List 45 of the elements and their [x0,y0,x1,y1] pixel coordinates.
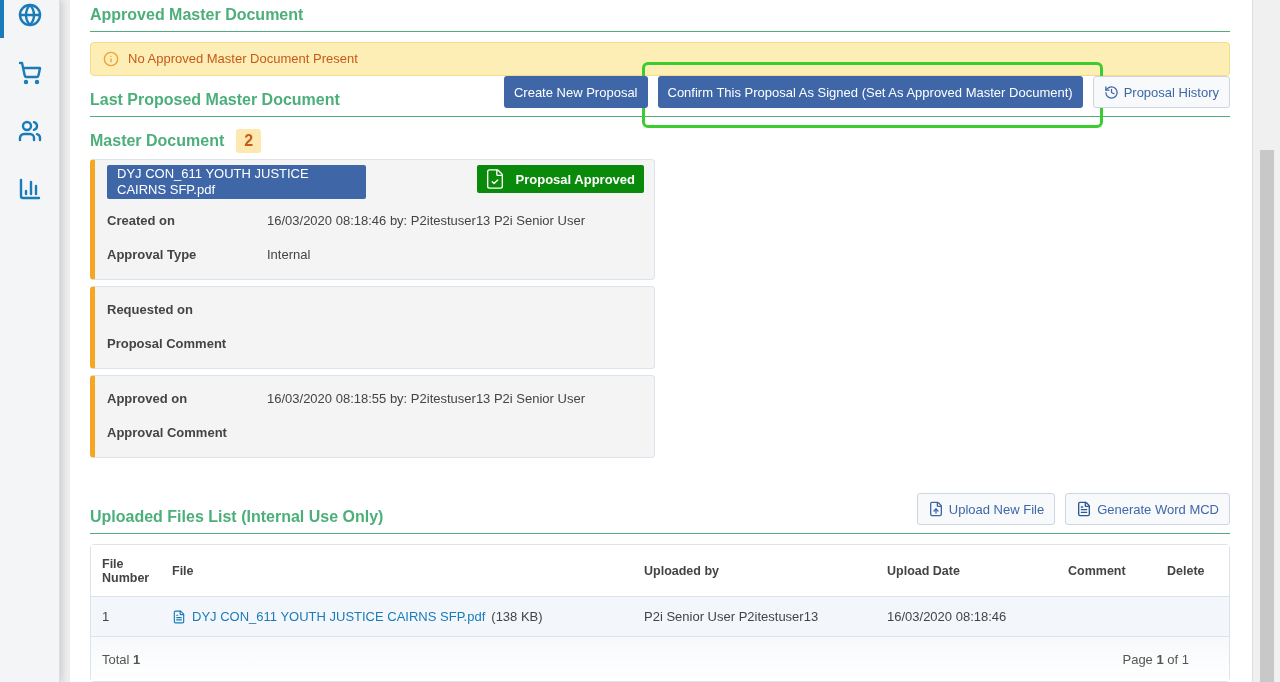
count-badge: 2 [236,129,262,154]
field-label: Requested on [107,301,194,317]
generate-button[interactable]: Generate Word MCD [1065,493,1230,525]
scrollbar-thumb[interactable] [1259,150,1274,682]
column-header: File [172,563,195,578]
field-label: Created on [107,212,176,228]
upload-button[interactable]: Upload New File [916,493,1056,525]
pdf-file-icon [172,609,186,624]
field-label: Proposal Comment [107,335,228,351]
history-button[interactable]: Proposal History [1092,76,1230,109]
proposal-button[interactable]: Confirm This Proposal As Signed (Set As Approved Master Document) [657,76,1083,109]
page-indicator: Page 1 of 1 [1122,651,1189,667]
field-value: 16/03/2020 08:18:46 by: P2itestuser13 P2i Senior User [267,212,585,228]
column-header: Delete [1167,563,1206,578]
field-value: 16/03/2020 08:18:55 by: P2itestuser13 P2i Senior User [267,390,585,406]
column-header: Upload Date [887,563,961,578]
column-header: Uploaded by [644,563,720,578]
status-badge: Proposal Approved [476,165,644,194]
alert-text: No Approved Master Document Present [128,51,358,67]
word-document-icon [1076,501,1093,517]
file-upload-icon [927,501,944,517]
bar-chart-icon [17,177,42,201]
users-icon [17,119,42,143]
table-cell-text: 1 [102,609,111,624]
proposal-button[interactable]: Create New Proposal [503,76,648,109]
total-count: Total 1 [102,651,141,667]
info-icon [103,50,119,67]
cart-icon [17,61,42,85]
field-label: Approval Comment [107,424,228,440]
file-link[interactable]: DYJ CON_611 YOUTH JUSTICE CAIRNS SFP.pdf [172,609,486,624]
table-cell-text: P2i Senior User P2itestuser13 [644,609,820,624]
column-header: Comment [1068,563,1127,578]
globe-icon [17,3,42,27]
file-name-tag: DYJ CON_611 YOUTH JUSTICE CAIRNS SFP.pdf [107,165,366,200]
section-title: Uploaded Files List (Internal Use Only) [90,508,384,527]
table-cell-text: 16/03/2020 08:18:46 [887,609,1008,624]
column-header: File Number [102,556,151,585]
subsection-title: Master Document [90,132,225,151]
field-value: Internal [267,246,311,262]
field-label: Approval Type [107,246,198,262]
section-title: Last Proposed Master Document [90,91,340,111]
history-icon [1103,84,1119,100]
file-size: (138 KB) [491,609,543,624]
section-title: Approved Master Document [90,6,304,26]
field-label: Approved on [107,390,189,406]
